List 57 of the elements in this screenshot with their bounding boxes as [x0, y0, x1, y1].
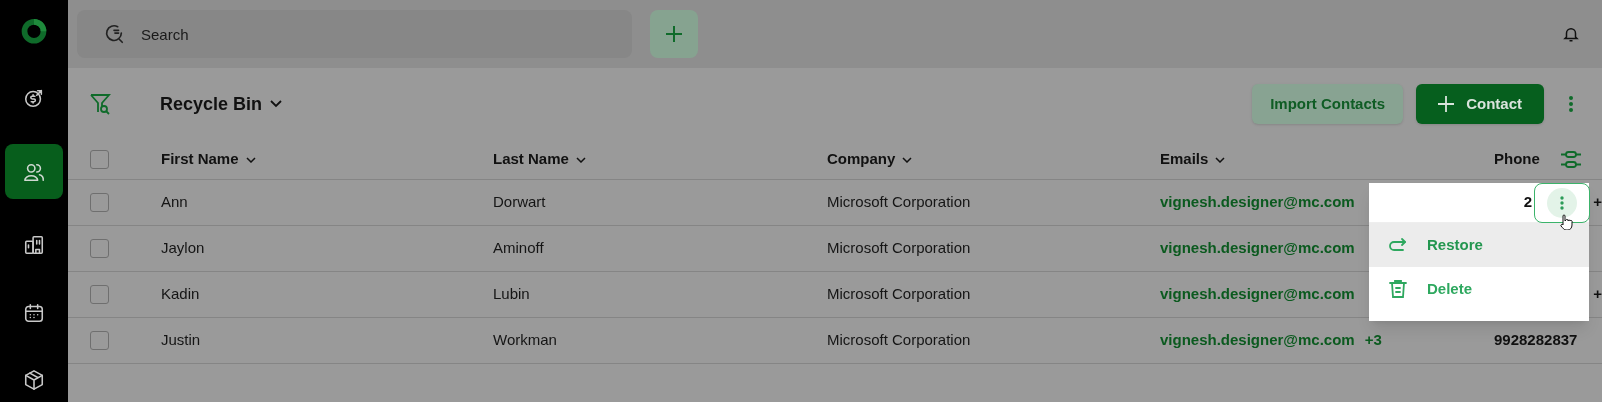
table-cell-text: vignesh.designer@mc.com [1160, 238, 1355, 259]
column-header[interactable]: Emails [1160, 148, 1226, 171]
table-cell-text: vignesh.designer@mc.com [1160, 330, 1355, 351]
table-cell: Lubin [493, 285, 530, 303]
checkbox[interactable] [90, 193, 109, 212]
table-cell: Kadin [161, 285, 200, 303]
sidebar-item[interactable] [5, 144, 63, 200]
table-cell: Aminoff [493, 239, 544, 257]
chevron-down-icon [1215, 156, 1226, 163]
more-options-icon[interactable] [1568, 95, 1574, 113]
table-cell: Microsoft Corporation [827, 331, 971, 349]
table-cell-text: 9928282837 [1494, 330, 1578, 351]
table-cell: Microsoft Corporation [827, 239, 971, 257]
table-cell: Microsoft Corporation [827, 193, 971, 211]
checkbox[interactable] [90, 285, 109, 304]
add-button[interactable] [650, 10, 698, 58]
checkbox[interactable] [90, 150, 109, 169]
chevron-down-icon [245, 156, 256, 163]
trash-icon [1389, 279, 1407, 299]
more-options-icon [1560, 195, 1564, 210]
column-header[interactable]: First Name [161, 148, 256, 171]
table-cell: Microsoft Corporation [827, 285, 971, 303]
filter-icon[interactable] [89, 92, 111, 116]
view-dropdown[interactable]: Recycle Bin [160, 90, 283, 118]
column-header: Phone [1494, 149, 1540, 170]
chevron-down-icon [575, 156, 586, 163]
checkbox[interactable] [90, 239, 109, 258]
table-cell-text: + [1593, 284, 1602, 305]
table-cell: Dorwart [493, 193, 546, 211]
table-cell: Justin [161, 331, 201, 349]
calendar-icon [23, 301, 45, 324]
table-cell: Ann [161, 193, 188, 211]
search-icon [103, 23, 125, 45]
column-header[interactable]: Last Name [493, 148, 586, 171]
box-icon [23, 369, 45, 392]
logo-icon[interactable] [20, 18, 48, 45]
table-cell-text: +3 [1364, 330, 1382, 351]
phone-text: 2 [1523, 192, 1532, 213]
search-field[interactable]: Search [77, 10, 632, 58]
building-icon [23, 233, 45, 256]
plus-icon [665, 25, 683, 43]
column-header[interactable]: Company [827, 148, 913, 171]
table-cell: Jaylon [161, 239, 205, 257]
table-cell-text: vignesh.designer@mc.com [1160, 192, 1355, 213]
table-cell-text: + [1593, 192, 1602, 213]
add-contact-button[interactable]: Contact [1416, 84, 1544, 124]
dollar-circle-icon [23, 87, 45, 110]
plus-icon [1438, 96, 1455, 112]
chevron-down-icon [902, 156, 913, 163]
checkbox[interactable] [90, 331, 109, 350]
chevron-down-icon [270, 100, 283, 108]
table-cell-text: vignesh.designer@mc.com [1160, 284, 1355, 305]
hand-cursor-icon [1559, 213, 1573, 230]
column-settings-icon[interactable] [1559, 149, 1582, 170]
table-cell: Workman [493, 331, 557, 349]
notification-bell-icon[interactable] [1562, 25, 1580, 43]
redo-arrow-icon [1389, 237, 1407, 253]
